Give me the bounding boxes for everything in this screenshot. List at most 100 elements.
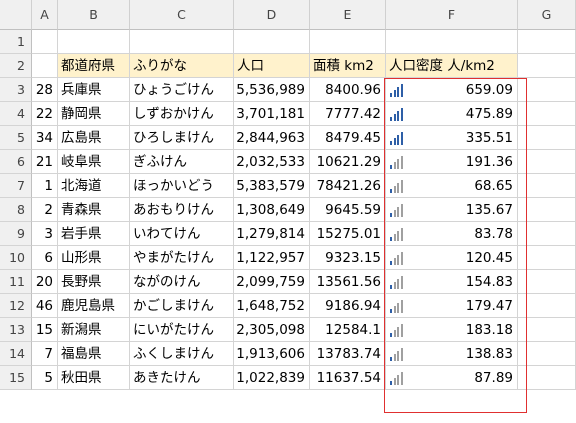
population-cell[interactable]: 2,099,759 <box>234 270 310 294</box>
density-cell[interactable]: 154.83 <box>386 270 518 294</box>
population-cell[interactable]: 1,648,752 <box>234 294 310 318</box>
empty-cell[interactable] <box>518 174 576 198</box>
cell-f1[interactable] <box>386 30 518 54</box>
empty-cell[interactable] <box>518 318 576 342</box>
code-cell[interactable]: 7 <box>32 342 58 366</box>
area-cell[interactable]: 13561.56 <box>310 270 386 294</box>
select-all-corner[interactable] <box>0 0 32 30</box>
row-header[interactable]: 14 <box>0 342 32 366</box>
area-cell[interactable]: 8400.96 <box>310 78 386 102</box>
furigana-cell[interactable]: やまがたけん <box>130 246 234 270</box>
empty-cell[interactable] <box>518 246 576 270</box>
density-cell[interactable]: 475.89 <box>386 102 518 126</box>
empty-cell[interactable] <box>518 342 576 366</box>
prefecture-cell[interactable]: 岩手県 <box>58 222 130 246</box>
code-cell[interactable]: 34 <box>32 126 58 150</box>
empty-cell[interactable] <box>518 150 576 174</box>
cell-b1[interactable] <box>58 30 130 54</box>
empty-cell[interactable] <box>518 126 576 150</box>
empty-cell[interactable] <box>518 102 576 126</box>
code-cell[interactable]: 21 <box>32 150 58 174</box>
furigana-cell[interactable]: しずおかけん <box>130 102 234 126</box>
density-cell[interactable]: 191.36 <box>386 150 518 174</box>
column-header-g[interactable]: G <box>518 0 576 30</box>
area-cell[interactable]: 7777.42 <box>310 102 386 126</box>
column-header-c[interactable]: C <box>130 0 234 30</box>
prefecture-cell[interactable]: 新潟県 <box>58 318 130 342</box>
row-header[interactable]: 15 <box>0 366 32 390</box>
density-cell[interactable]: 83.78 <box>386 222 518 246</box>
density-cell[interactable]: 68.65 <box>386 174 518 198</box>
prefecture-cell[interactable]: 兵庫県 <box>58 78 130 102</box>
code-cell[interactable]: 46 <box>32 294 58 318</box>
code-cell[interactable]: 1 <box>32 174 58 198</box>
prefecture-cell[interactable]: 長野県 <box>58 270 130 294</box>
empty-cell[interactable] <box>518 366 576 390</box>
population-cell[interactable]: 1,913,606 <box>234 342 310 366</box>
prefecture-cell[interactable]: 鹿児島県 <box>58 294 130 318</box>
column-header-b[interactable]: B <box>58 0 130 30</box>
area-cell[interactable]: 78421.26 <box>310 174 386 198</box>
cell-c1[interactable] <box>130 30 234 54</box>
empty-cell[interactable] <box>518 78 576 102</box>
row-header[interactable]: 13 <box>0 318 32 342</box>
furigana-cell[interactable]: ふくしまけん <box>130 342 234 366</box>
prefecture-cell[interactable]: 岐阜県 <box>58 150 130 174</box>
row-header[interactable]: 8 <box>0 198 32 222</box>
prefecture-cell[interactable]: 福島県 <box>58 342 130 366</box>
furigana-cell[interactable]: ひろしまけん <box>130 126 234 150</box>
cell-g2[interactable] <box>518 54 576 78</box>
prefecture-cell[interactable]: 北海道 <box>58 174 130 198</box>
furigana-cell[interactable]: いわてけん <box>130 222 234 246</box>
prefecture-cell[interactable]: 青森県 <box>58 198 130 222</box>
header-density[interactable]: 人口密度 人/km2 <box>386 54 518 78</box>
density-cell[interactable]: 335.51 <box>386 126 518 150</box>
row-header[interactable]: 5 <box>0 126 32 150</box>
header-area[interactable]: 面積 km2 <box>310 54 386 78</box>
population-cell[interactable]: 5,383,579 <box>234 174 310 198</box>
prefecture-cell[interactable]: 広島県 <box>58 126 130 150</box>
row-header[interactable]: 6 <box>0 150 32 174</box>
furigana-cell[interactable]: ひょうごけん <box>130 78 234 102</box>
header-prefecture[interactable]: 都道府県 <box>58 54 130 78</box>
area-cell[interactable]: 15275.01 <box>310 222 386 246</box>
area-cell[interactable]: 10621.29 <box>310 150 386 174</box>
furigana-cell[interactable]: あおもりけん <box>130 198 234 222</box>
density-cell[interactable]: 179.47 <box>386 294 518 318</box>
code-cell[interactable]: 20 <box>32 270 58 294</box>
empty-cell[interactable] <box>518 222 576 246</box>
column-header-f[interactable]: F <box>386 0 518 30</box>
furigana-cell[interactable]: ながのけん <box>130 270 234 294</box>
column-header-d[interactable]: D <box>234 0 310 30</box>
code-cell[interactable]: 28 <box>32 78 58 102</box>
population-cell[interactable]: 2,305,098 <box>234 318 310 342</box>
cell-g1[interactable] <box>518 30 576 54</box>
row-header[interactable]: 4 <box>0 102 32 126</box>
prefecture-cell[interactable]: 秋田県 <box>58 366 130 390</box>
header-furigana[interactable]: ふりがな <box>130 54 234 78</box>
population-cell[interactable]: 1,279,814 <box>234 222 310 246</box>
density-cell[interactable]: 87.89 <box>386 366 518 390</box>
density-cell[interactable]: 135.67 <box>386 198 518 222</box>
column-header-a[interactable]: A <box>32 0 58 30</box>
code-cell[interactable]: 3 <box>32 222 58 246</box>
area-cell[interactable]: 9186.94 <box>310 294 386 318</box>
row-header[interactable]: 10 <box>0 246 32 270</box>
row-header[interactable]: 7 <box>0 174 32 198</box>
area-cell[interactable]: 13783.74 <box>310 342 386 366</box>
row-header-1[interactable]: 1 <box>0 30 32 54</box>
empty-cell[interactable] <box>518 198 576 222</box>
row-header[interactable]: 9 <box>0 222 32 246</box>
cell-a1[interactable] <box>32 30 58 54</box>
population-cell[interactable]: 3,701,181 <box>234 102 310 126</box>
furigana-cell[interactable]: にいがたけん <box>130 318 234 342</box>
empty-cell[interactable] <box>518 294 576 318</box>
cell-d1[interactable] <box>234 30 310 54</box>
density-cell[interactable]: 120.45 <box>386 246 518 270</box>
prefecture-cell[interactable]: 静岡県 <box>58 102 130 126</box>
cell-a2[interactable] <box>32 54 58 78</box>
code-cell[interactable]: 6 <box>32 246 58 270</box>
furigana-cell[interactable]: ぎふけん <box>130 150 234 174</box>
prefecture-cell[interactable]: 山形県 <box>58 246 130 270</box>
code-cell[interactable]: 22 <box>32 102 58 126</box>
